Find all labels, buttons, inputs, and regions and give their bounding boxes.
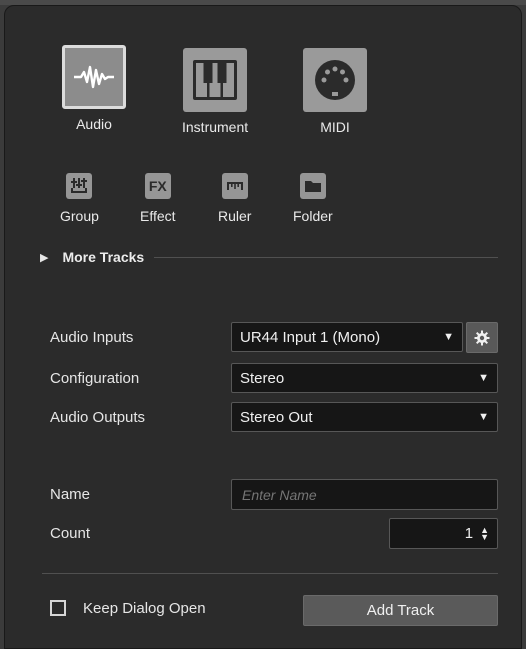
audio-outputs-label: Audio Outputs [50,409,146,426]
track-type-label: Effect [140,208,176,224]
audio-inputs-select[interactable]: UR44 Input 1 (Mono) ▼ [231,322,463,352]
ruler-icon [221,173,248,199]
audio-inputs-label: Audio Inputs [50,329,134,346]
count-label: Count [50,525,91,542]
add-track-button[interactable]: Add Track [303,595,498,626]
audio-outputs-select[interactable]: Stereo Out ▼ [231,402,498,432]
count-value: 1 [464,525,474,542]
piano-keys-icon [183,48,248,112]
configuration-select[interactable]: Stereo ▼ [231,363,498,393]
track-type-folder[interactable]: Folder [293,173,333,224]
fx-icon: FX [144,173,171,199]
audio-outputs-value: Stereo Out [240,408,313,426]
input-settings-button[interactable] [466,322,498,353]
track-type-label: Audio [76,116,112,132]
triangle-right-icon: ▶ [40,251,49,264]
track-type-label: Group [60,208,99,224]
track-type-label: Instrument [182,119,249,135]
more-tracks-label: More Tracks [62,249,145,265]
audio-waveform-icon [62,45,126,109]
midi-port-icon [303,48,367,112]
more-tracks-divider [154,256,498,258]
stepper-arrows-icon[interactable]: ▲ ▼ [480,525,489,541]
keep-dialog-open-label: Keep Dialog Open [83,600,206,617]
track-type-audio[interactable]: Audio [62,45,126,132]
configuration-label: Configuration [50,370,140,387]
name-input[interactable] [231,479,498,510]
keep-dialog-open-checkbox[interactable] [50,600,66,616]
folder-icon [299,173,326,199]
configuration-value: Stereo [240,369,285,387]
track-type-effect[interactable]: FX Effect [140,173,176,224]
track-type-instrument[interactable]: Instrument [182,48,248,135]
track-type-ruler[interactable]: Ruler [218,173,251,224]
section-divider [42,573,498,574]
chevron-down-icon: ▼ [478,372,489,384]
group-fader-icon [66,173,93,199]
gear-icon [474,330,490,345]
chevron-down-icon: ▼ [443,331,454,343]
more-tracks-toggle[interactable]: ▶ More Tracks [40,249,498,265]
track-type-group[interactable]: Group [60,173,99,224]
track-type-midi[interactable]: MIDI [303,48,367,135]
track-type-label: Folder [293,208,333,224]
track-type-label: MIDI [320,119,350,135]
count-stepper[interactable]: 1 ▲ ▼ [389,518,498,549]
chevron-down-icon: ▼ [478,411,489,423]
name-label: Name [50,486,91,503]
audio-inputs-value: UR44 Input 1 (Mono) [240,328,381,346]
track-type-label: Ruler [218,208,252,224]
